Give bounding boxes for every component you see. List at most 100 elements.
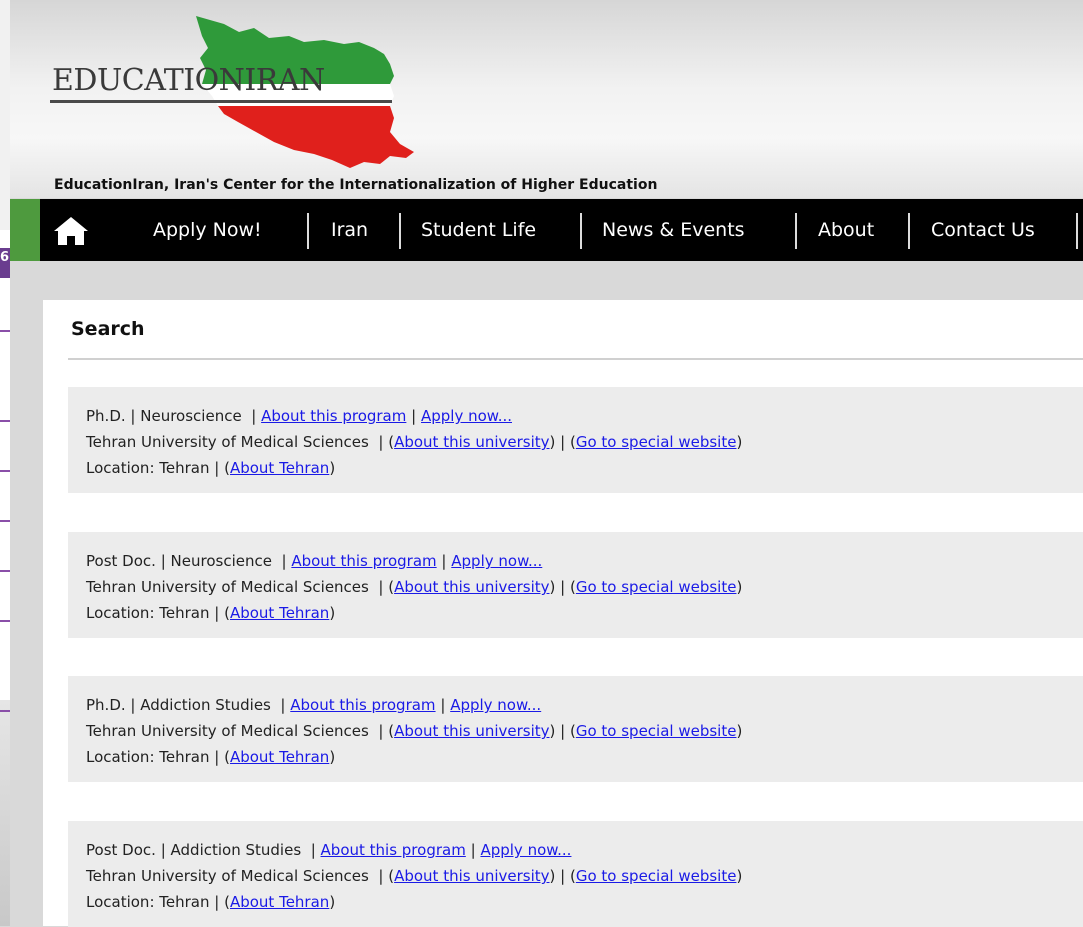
left-sidebar-divider [0,470,10,472]
about-university-link[interactable]: About this university [394,578,549,596]
separator: | [280,696,286,714]
apply-now-link[interactable]: Apply now... [480,841,571,859]
logo-underline [50,100,392,103]
location-label: Location: [86,893,155,911]
left-sidebar-divider [0,420,10,422]
home-icon[interactable] [53,216,89,246]
separator: | [470,841,476,859]
result-degree: Ph.D. [86,696,126,714]
separator: | [214,604,220,622]
result-university-line: Tehran University of Medical Sciences | … [86,867,743,885]
result-location-line: Location: Tehran | (About Tehran) [86,893,336,911]
left-sidebar-divider [0,710,10,712]
about-program-link[interactable]: About this program [261,407,406,425]
special-website-link[interactable]: Go to special website [576,867,737,885]
main-content: Search Ph.D. | Neuroscience | About this… [43,300,1083,927]
special-website-link[interactable]: Go to special website [576,722,737,740]
result-program-line: Ph.D. | Addiction Studies | About this p… [86,692,1083,718]
nav-contact-us[interactable]: Contact Us [931,199,1035,261]
result-field: Addiction Studies [140,696,271,714]
about-city-link[interactable]: About Tehran [230,748,329,766]
search-result: Post Doc. | Addiction Studies | About th… [68,821,1083,927]
separator: | [378,722,384,740]
about-city-link[interactable]: About Tehran [230,604,329,622]
left-sidebar-divider [0,520,10,522]
about-university-link[interactable]: About this university [394,433,549,451]
nav-news-events[interactable]: News & Events [602,199,745,261]
about-program-link[interactable]: About this program [321,841,466,859]
result-program-line: Post Doc. | Neuroscience | About this pr… [86,548,1083,574]
special-website-link[interactable]: Go to special website [576,578,737,596]
apply-now-link[interactable]: Apply now... [421,407,512,425]
nav-separator [399,213,401,249]
about-university-link[interactable]: About this university [394,867,549,885]
result-degree: Ph.D. [86,407,126,425]
separator: | [214,748,220,766]
result-location: Tehran [159,459,210,477]
about-city-link[interactable]: About Tehran [230,893,329,911]
apply-now-link[interactable]: Apply now... [450,696,541,714]
nav-apply-now[interactable]: Apply Now! [153,199,262,261]
left-sidebar-tab-label: 6 [0,250,10,265]
result-university-line: Tehran University of Medical Sciences | … [86,433,743,451]
left-sidebar-edge: 6 [0,0,10,926]
site-tagline: EducationIran, Iran's Center for the Int… [54,177,658,193]
about-program-link[interactable]: About this program [290,696,435,714]
nav-iran[interactable]: Iran [331,199,368,261]
location-label: Location: [86,748,155,766]
separator: | [214,459,220,477]
left-sidebar-divider [0,620,10,622]
result-location: Tehran [159,604,210,622]
result-degree: Post Doc. [86,552,156,570]
separator: | [310,841,316,859]
result-university: Tehran University of Medical Sciences [86,578,369,596]
apply-now-link[interactable]: Apply now... [451,552,542,570]
result-field: Neuroscience [170,552,272,570]
result-location: Tehran [159,893,210,911]
nav-separator [580,213,582,249]
page-title: Search [71,318,145,340]
separator: | [214,893,220,911]
search-result: Post Doc. | Neuroscience | About this pr… [68,532,1083,638]
separator: | [560,578,566,596]
search-result: Ph.D. | Neuroscience | About this progra… [68,387,1083,493]
nav-about[interactable]: About [818,199,874,261]
separator: | [160,841,166,859]
result-degree: Post Doc. [86,841,156,859]
about-university-link[interactable]: About this university [394,722,549,740]
separator: | [411,407,417,425]
separator: | [378,867,384,885]
result-university: Tehran University of Medical Sciences [86,722,369,740]
result-university-line: Tehran University of Medical Sciences | … [86,578,743,596]
site-logo-text[interactable]: EDUCATIONIRAN [52,64,325,98]
result-location-line: Location: Tehran | (About Tehran) [86,604,336,622]
separator: | [378,578,384,596]
result-university: Tehran University of Medical Sciences [86,433,369,451]
separator: | [130,696,136,714]
separator: | [160,552,166,570]
special-website-link[interactable]: Go to special website [576,433,737,451]
result-location: Tehran [159,748,210,766]
result-university: Tehran University of Medical Sciences [86,867,369,885]
result-field: Addiction Studies [170,841,302,859]
separator: | [560,867,566,885]
left-sidebar-divider [0,570,10,572]
about-city-link[interactable]: About Tehran [230,459,329,477]
main-nav: Apply Now! Iran Student Life News & Even… [10,199,1083,261]
result-field: Neuroscience [140,407,242,425]
nav-separator [307,213,309,249]
nav-separator [795,213,797,249]
nav-accent [10,199,40,261]
result-program-line: Post Doc. | Addiction Studies | About th… [86,837,1083,863]
result-university-line: Tehran University of Medical Sciences | … [86,722,743,740]
result-program-line: Ph.D. | Neuroscience | About this progra… [86,403,1083,429]
about-program-link[interactable]: About this program [291,552,436,570]
separator: | [130,407,136,425]
search-result: Ph.D. | Addiction Studies | About this p… [68,676,1083,782]
location-label: Location: [86,604,155,622]
separator: | [441,552,447,570]
site-header: EDUCATIONIRAN EducationIran, Iran's Cent… [10,0,1083,198]
nav-separator [908,213,910,249]
result-location-line: Location: Tehran | (About Tehran) [86,748,336,766]
nav-student-life[interactable]: Student Life [421,199,536,261]
